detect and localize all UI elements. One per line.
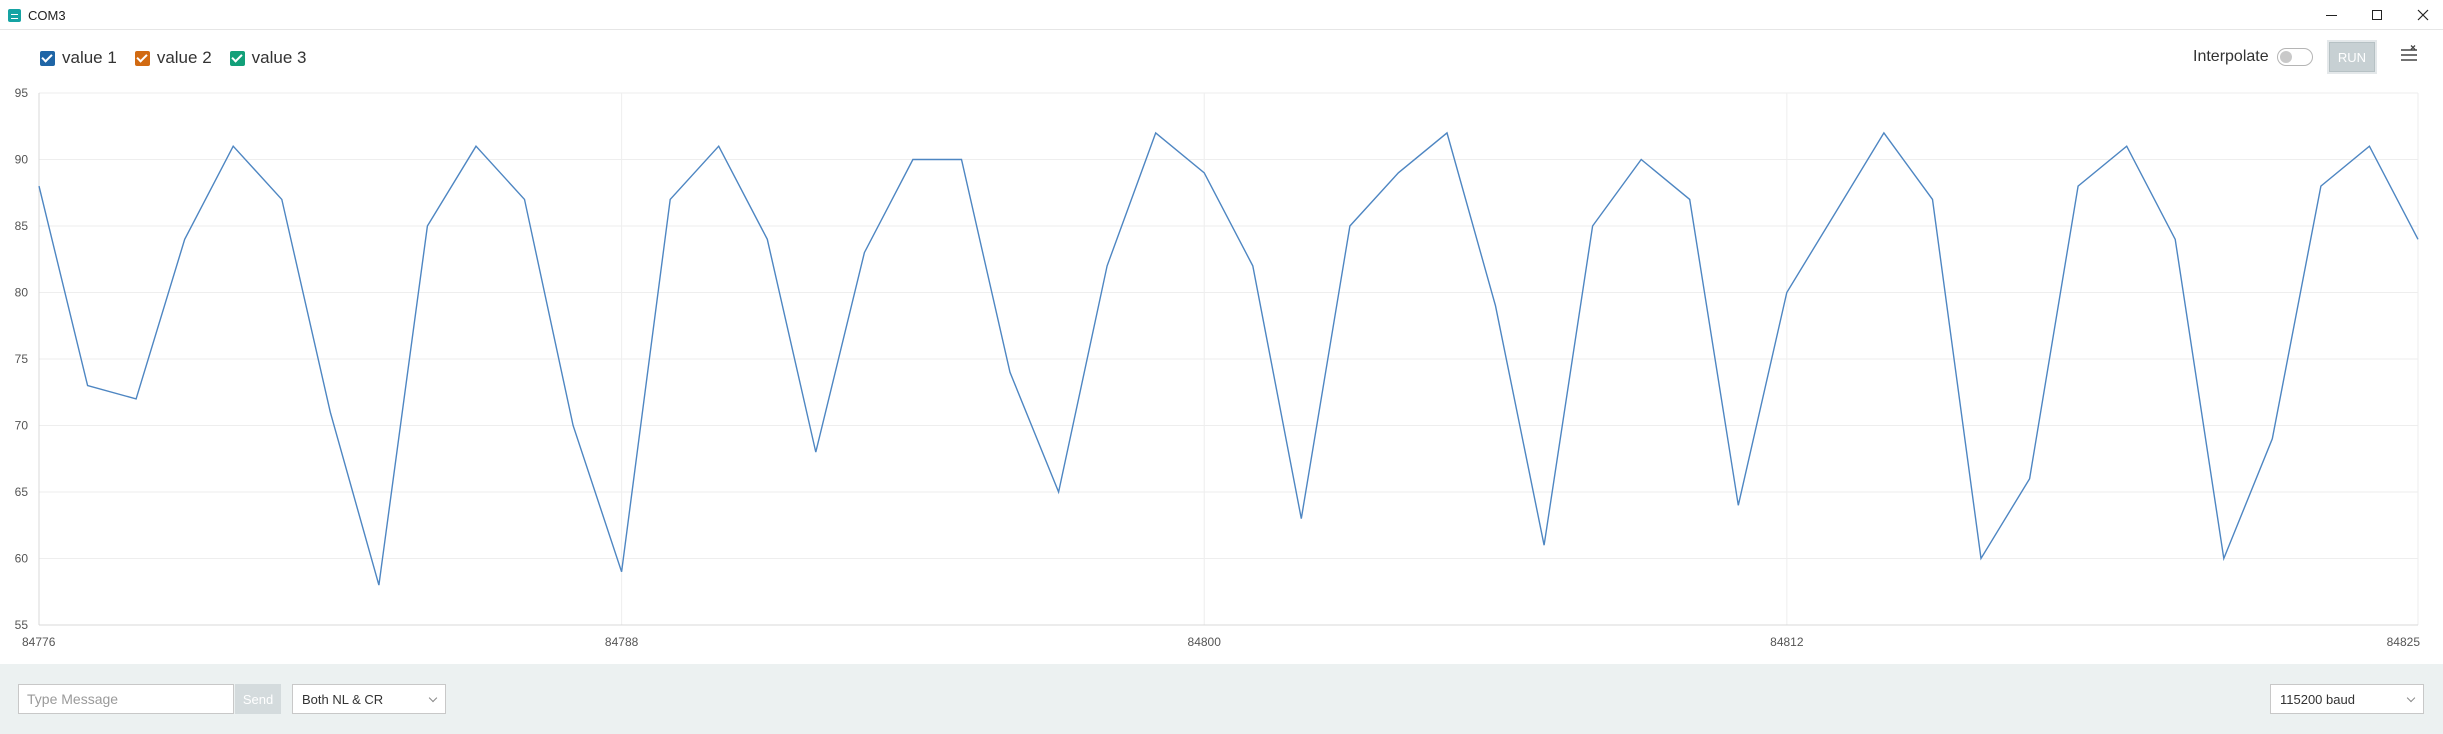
line-ending-value: Both NL & CR — [302, 691, 384, 707]
checkbox-value-1[interactable] — [40, 50, 55, 66]
x-tick-label: 84812 — [1770, 635, 1804, 649]
chevron-down-icon — [428, 693, 438, 703]
minimize-button[interactable] — [2308, 0, 2354, 30]
y-tick-label: 95 — [15, 86, 29, 100]
y-tick-label: 80 — [15, 286, 29, 300]
maximize-icon — [2372, 10, 2382, 20]
window-title: COM3 — [28, 8, 66, 23]
x-tick-label: 84800 — [1188, 635, 1222, 649]
legend-item-value-3[interactable]: value 3 — [229, 48, 307, 68]
run-button[interactable]: RUN — [2329, 42, 2375, 72]
send-button[interactable]: Send — [235, 684, 281, 714]
y-tick-label: 60 — [15, 552, 29, 566]
legend-item-value-1[interactable]: value 1 — [40, 48, 117, 68]
y-tick-label: 70 — [15, 419, 29, 433]
app-icon — [8, 9, 21, 22]
y-tick-label: 65 — [15, 485, 29, 499]
legend-label: value 1 — [62, 48, 117, 67]
close-icon — [2417, 9, 2429, 21]
checkbox-value-2[interactable] — [134, 50, 150, 66]
y-tick-label: 90 — [15, 153, 29, 167]
x-tick-label: 84788 — [605, 635, 639, 649]
minimize-icon — [2325, 14, 2337, 16]
chevron-down-icon — [2406, 693, 2416, 703]
baud-rate-value: 115200 baud — [2280, 691, 2355, 707]
title-bar: COM3 — [0, 0, 2443, 30]
legend-label: value 2 — [156, 48, 212, 67]
y-tick-label: 85 — [15, 219, 29, 233]
line-chart: 55 60 65 70 75 80 85 90 95 84776 84788 84800 84812 84… — [15, 86, 2421, 649]
y-tick-label: 55 — [15, 618, 29, 632]
close-button[interactable] — [2400, 0, 2443, 30]
baud-rate-select[interactable]: 115200 baud — [2270, 684, 2424, 714]
legend-label: value 3 — [251, 48, 307, 67]
legend-item-value-2[interactable]: value 2 — [134, 48, 212, 68]
x-tick-label: 84776 — [22, 635, 56, 649]
toggle-knob — [2280, 51, 2292, 63]
x-tick-label: 84825 — [2387, 635, 2421, 649]
checkbox-value-3[interactable] — [229, 50, 245, 66]
maximize-button[interactable] — [2354, 0, 2400, 30]
interpolate-label: Interpolate — [2193, 48, 2269, 65]
interpolate-toggle[interactable] — [2277, 48, 2313, 66]
clear-list-icon[interactable] — [2398, 44, 2420, 66]
legend: value 1 value 2 value 3 — [40, 46, 324, 70]
y-tick-label: 75 — [15, 352, 29, 366]
line-ending-select[interactable]: Both NL & CR — [292, 684, 446, 714]
message-input[interactable] — [18, 684, 234, 714]
